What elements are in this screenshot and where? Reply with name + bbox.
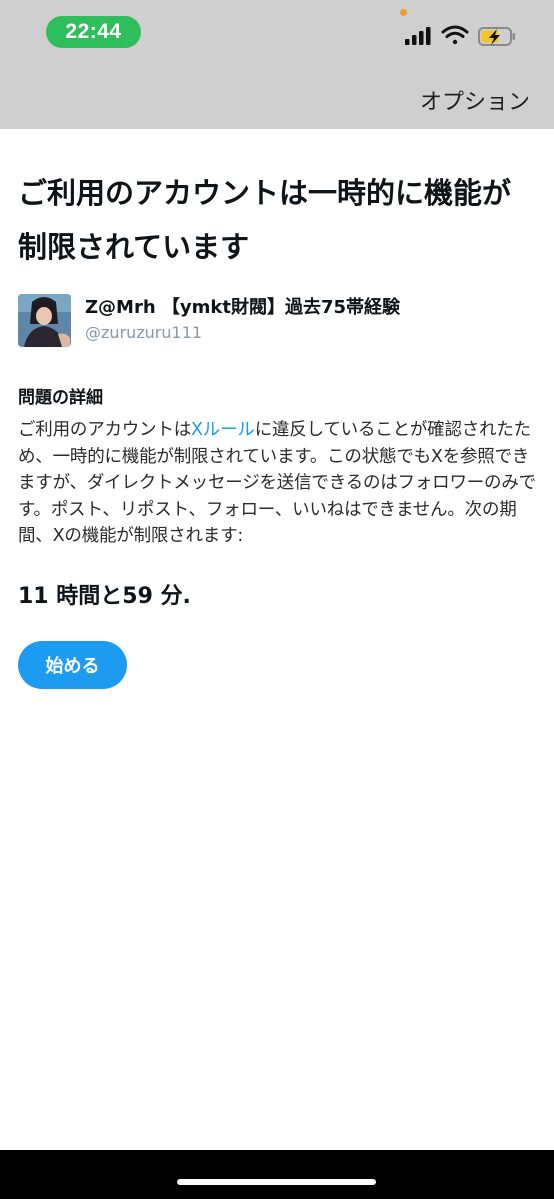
start-button[interactable]: 始める bbox=[18, 640, 127, 689]
title-line-1: ご利用のアカウントは一時的に機能が bbox=[18, 176, 512, 210]
restriction-duration: 11 時間と59 分. bbox=[18, 583, 191, 609]
battery-charging-icon bbox=[478, 27, 515, 46]
status-time: 22:44 bbox=[46, 16, 141, 48]
options-button[interactable]: オプション bbox=[420, 84, 530, 116]
privacy-indicator-dot bbox=[400, 9, 407, 16]
account-info: Z@Mrh 【ymkt財閥】過去75帯経験 @zuruzuru111 bbox=[85, 294, 400, 345]
details-text: ご利用のアカウントはXルールに違反していることが確認されたため、一時的に機能が制… bbox=[18, 417, 538, 550]
top-bar: 22:44 オプション bbox=[0, 0, 554, 129]
avatar[interactable] bbox=[18, 294, 71, 347]
x-rules-link[interactable]: Xルール bbox=[191, 420, 255, 440]
title-line-2: 制限されています bbox=[18, 230, 250, 264]
status-icons bbox=[405, 25, 515, 46]
main-content: ご利用のアカウントは一時的に機能が 制限されています Z@Mrh 【ymkt財閥… bbox=[18, 129, 538, 689]
account-name: Z@Mrh 【ymkt財閥】過去75帯経験 bbox=[85, 297, 401, 318]
wifi-icon bbox=[441, 25, 469, 45]
screen: 22:44 オプション ご利用のアカウントは一時的に機能が 制限されています Z… bbox=[0, 0, 554, 1199]
account-row: Z@Mrh 【ymkt財閥】過去75帯経験 @zuruzuru111 bbox=[18, 294, 538, 347]
details-text-start: ご利用のアカウントは bbox=[18, 420, 191, 440]
home-indicator[interactable] bbox=[177, 1179, 376, 1185]
details-heading: 問題の詳細 bbox=[18, 388, 103, 408]
signal-icon bbox=[405, 27, 431, 45]
account-handle: @zuruzuru111 bbox=[85, 323, 203, 342]
page-title: ご利用のアカウントは一時的に機能が 制限されています bbox=[18, 166, 538, 274]
bottom-bar bbox=[0, 1150, 554, 1199]
